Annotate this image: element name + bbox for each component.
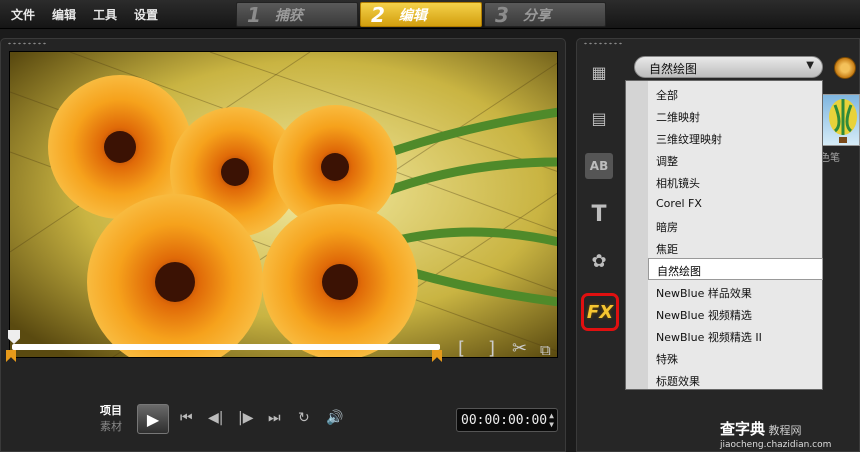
list-item[interactable]: NewBlue 视频精选 II: [648, 325, 823, 347]
category-list: 全部 二维映射 三维纹理映射 调整 相机镜头 Corel FX 暗房 焦距 自然…: [625, 80, 823, 390]
preview-window: [9, 51, 558, 358]
step-label: 分享: [522, 7, 551, 24]
scissors-icon[interactable]: ✂: [512, 338, 527, 359]
step-share[interactable]: 3 分享: [484, 2, 606, 27]
list-item[interactable]: 特殊: [648, 347, 823, 369]
mark-in-button[interactable]: [: [458, 338, 465, 359]
list-item[interactable]: 二维映射: [648, 105, 823, 127]
step-number: 1: [247, 2, 261, 27]
menu-tools[interactable]: 工具: [93, 6, 117, 23]
list-item[interactable]: 焦距: [648, 237, 823, 259]
media-icon[interactable]: ▦: [585, 59, 613, 85]
step-edit[interactable]: 2 编辑: [360, 2, 482, 27]
play-mode-selector: 项目 素材: [100, 403, 122, 435]
list-item[interactable]: 相机镜头: [648, 171, 823, 193]
menu-bar: 文件 编辑 工具 设置: [0, 0, 164, 29]
timecode-spinner-icon[interactable]: ▲ ▼: [549, 411, 554, 429]
previous-frame-icon[interactable]: ◀|: [208, 410, 223, 426]
list-item[interactable]: Corel FX: [648, 193, 823, 215]
watermark-brand: 查字典: [720, 420, 766, 438]
list-item[interactable]: 全部: [648, 83, 823, 105]
filter-fx-tab[interactable]: FX: [581, 293, 619, 331]
go-to-start-icon[interactable]: ⏮: [180, 410, 193, 426]
step-label: 编辑: [398, 7, 427, 24]
go-to-end-icon[interactable]: ⏭: [268, 410, 281, 426]
thumbnail-label: 色笔: [820, 153, 840, 164]
fx-icon: FX: [586, 301, 614, 323]
filter-thumbnail[interactable]: [820, 94, 860, 146]
list-item[interactable]: 暗房: [648, 215, 823, 237]
timecode-field[interactable]: 00:00:00:00 ▲ ▼: [456, 408, 558, 432]
list-item[interactable]: NewBlue 视频精选: [648, 303, 823, 325]
menu-edit[interactable]: 编辑: [52, 6, 76, 23]
player-panel: [0, 38, 566, 452]
step-number: 3: [495, 2, 509, 27]
play-button[interactable]: ▶: [137, 404, 169, 434]
category-selected: 自然绘图: [649, 62, 698, 76]
mark-out-button[interactable]: ]: [488, 338, 495, 359]
top-bar: 文件 编辑 工具 设置 1 捕获 2 编辑 3 分享: [0, 0, 860, 29]
next-frame-icon[interactable]: |▶: [238, 410, 253, 426]
watermark-subtitle: 教程网: [768, 424, 802, 437]
mode-clip[interactable]: 素材: [100, 419, 122, 435]
panel-grip[interactable]: [583, 42, 623, 45]
list-item-selected[interactable]: 自然绘图: [648, 258, 823, 280]
flower-preview-image: [10, 52, 557, 357]
scrubber-bar[interactable]: [12, 344, 440, 350]
step-number: 2: [371, 2, 385, 27]
list-item[interactable]: 三维纹理映射: [648, 127, 823, 149]
panel-grip[interactable]: [7, 42, 47, 45]
category-dropdown[interactable]: 自然绘图 ▼: [634, 56, 823, 78]
list-item[interactable]: 调整: [648, 149, 823, 171]
list-item[interactable]: 标题效果: [648, 369, 823, 391]
list-item[interactable]: NewBlue 样品效果: [648, 281, 823, 303]
transition-icon[interactable]: ▤: [585, 105, 613, 131]
enlarge-icon[interactable]: ⧉: [540, 341, 551, 359]
balloon-icon: [829, 99, 857, 143]
watermark: 查字典 教程网 jiaocheng.chazidian.com: [720, 418, 831, 450]
play-icon: ▶: [146, 409, 160, 429]
overlay-icon[interactable]: AB: [585, 153, 613, 179]
title-icon[interactable]: T: [585, 201, 613, 227]
graphic-icon[interactable]: ✿: [585, 248, 613, 274]
step-capture[interactable]: 1 捕获: [236, 2, 358, 27]
workflow-steps: 1 捕获 2 编辑 3 分享: [236, 2, 608, 27]
chevron-down-icon: ▼: [806, 60, 814, 71]
menu-file[interactable]: 文件: [11, 6, 35, 23]
mode-project[interactable]: 项目: [100, 403, 122, 419]
repeat-icon[interactable]: ↻: [298, 410, 310, 426]
timecode-value: 00:00:00:00: [461, 413, 548, 428]
volume-icon[interactable]: 🔊: [326, 410, 343, 426]
menu-settings[interactable]: 设置: [134, 6, 158, 23]
watermark-url: jiaocheng.chazidian.com: [720, 440, 832, 450]
step-label: 捕获: [274, 7, 303, 24]
library-options-icon[interactable]: [834, 57, 856, 79]
list-strip: [626, 81, 648, 389]
